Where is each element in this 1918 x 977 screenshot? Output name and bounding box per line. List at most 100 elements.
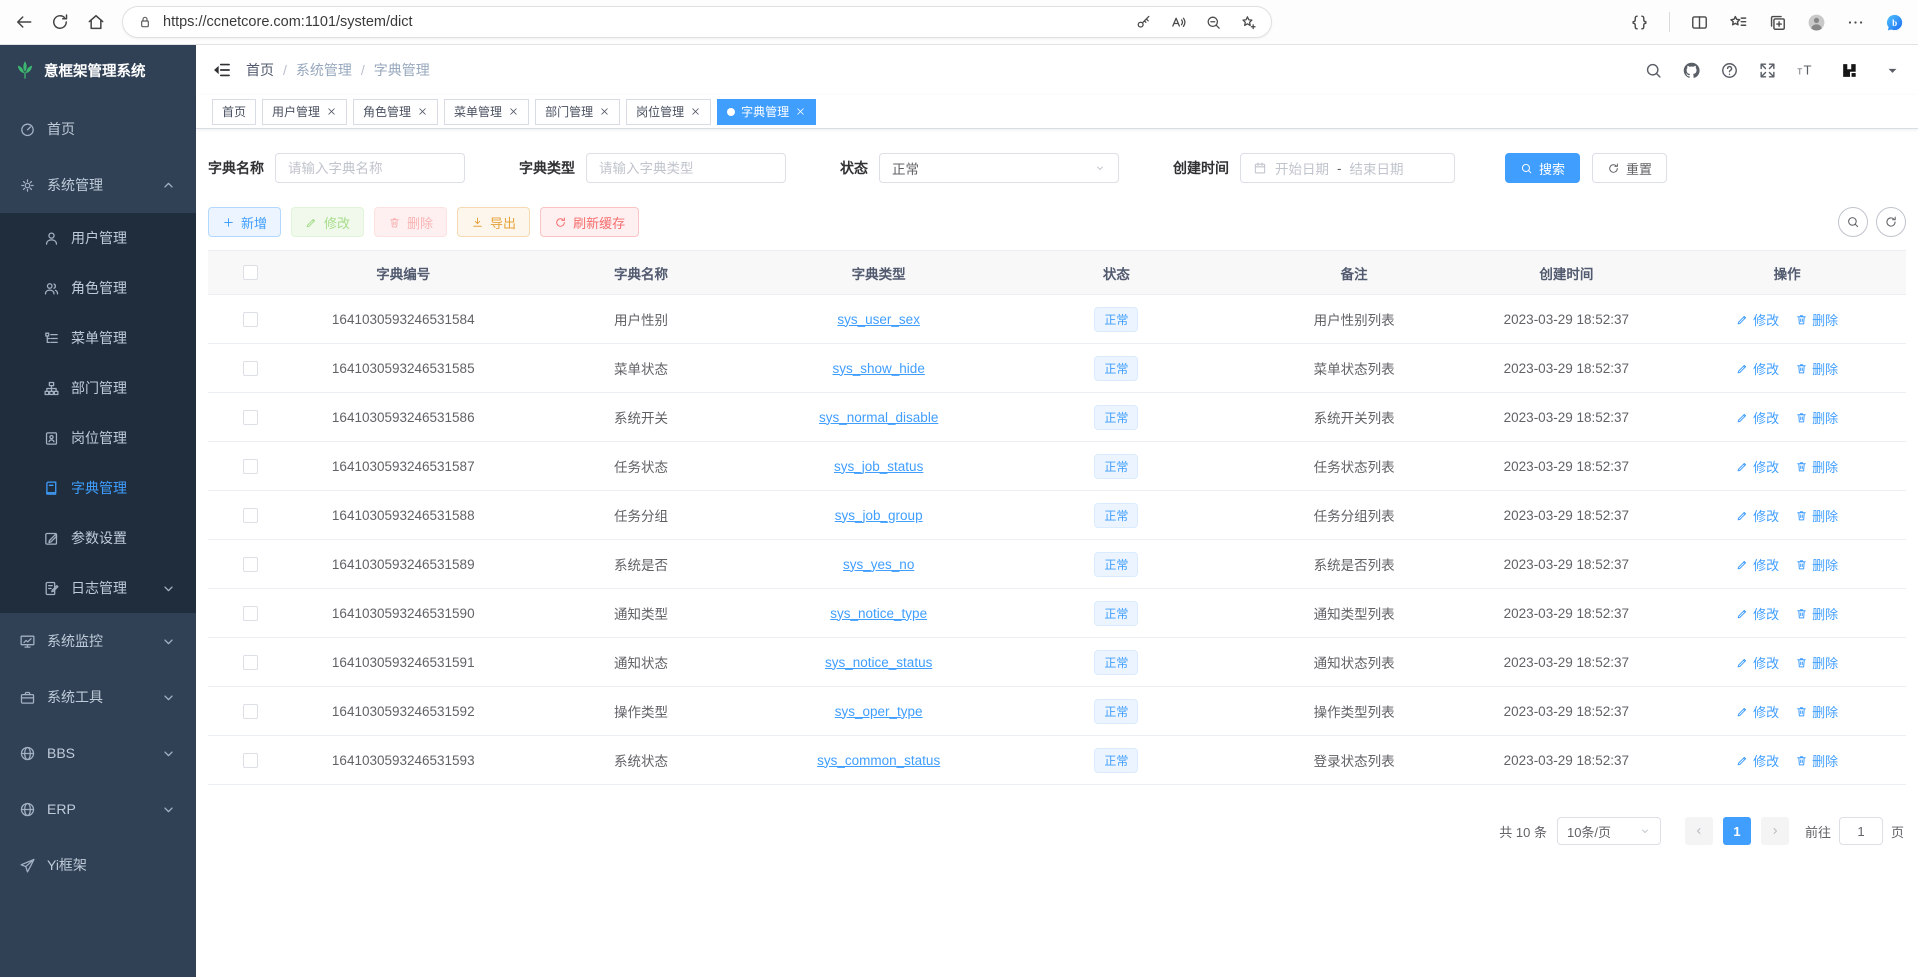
sidebar-item-erp[interactable]: ERP — [0, 781, 196, 837]
header-search-icon[interactable] — [1644, 61, 1663, 80]
browser-more-icon[interactable] — [1846, 13, 1865, 32]
edit-button[interactable]: 修改 — [291, 207, 364, 237]
row-delete-button[interactable]: 删除 — [1795, 359, 1838, 378]
dict-type-link[interactable]: sys_common_status — [817, 753, 940, 768]
app-logo[interactable]: 意框架管理系统 — [0, 45, 196, 95]
tab-post[interactable]: 岗位管理 — [626, 99, 711, 125]
row-checkbox[interactable] — [243, 361, 258, 376]
sidebar-item-dept[interactable]: 部门管理 — [0, 363, 196, 413]
read-aloud-icon[interactable] — [1170, 14, 1187, 31]
row-checkbox[interactable] — [243, 557, 258, 572]
row-edit-button[interactable]: 修改 — [1736, 359, 1779, 378]
tab-close-icon[interactable] — [508, 106, 519, 117]
row-checkbox[interactable] — [243, 606, 258, 621]
export-button[interactable]: 导出 — [457, 207, 530, 237]
sidebar-collapse-icon[interactable] — [212, 60, 232, 80]
row-edit-button[interactable]: 修改 — [1736, 555, 1779, 574]
sidebar-item-role[interactable]: 角色管理 — [0, 263, 196, 313]
row-delete-button[interactable]: 删除 — [1795, 751, 1838, 770]
prev-page-button[interactable] — [1685, 817, 1713, 845]
dict-type-link[interactable]: sys_job_status — [834, 459, 923, 474]
row-edit-button[interactable]: 修改 — [1736, 604, 1779, 623]
row-delete-button[interactable]: 删除 — [1795, 702, 1838, 721]
status-select[interactable]: 正常 — [879, 153, 1119, 183]
row-checkbox[interactable] — [243, 410, 258, 425]
refresh-table-button[interactable] — [1876, 207, 1906, 237]
font-size-icon[interactable]: TT — [1796, 61, 1815, 80]
favorites-icon[interactable] — [1729, 13, 1748, 32]
next-page-button[interactable] — [1761, 817, 1789, 845]
bing-chat-icon[interactable]: b — [1885, 13, 1904, 32]
row-checkbox[interactable] — [243, 312, 258, 327]
tab-role[interactable]: 角色管理 — [353, 99, 438, 125]
browser-home-icon[interactable] — [86, 12, 106, 32]
fullscreen-icon[interactable] — [1758, 61, 1777, 80]
sidebar-item-user[interactable]: 用户管理 — [0, 213, 196, 263]
tab-menu[interactable]: 菜单管理 — [444, 99, 529, 125]
row-edit-button[interactable]: 修改 — [1736, 653, 1779, 672]
user-avatar[interactable] — [1834, 55, 1864, 85]
sidebar-item-log[interactable]: 日志管理 — [0, 563, 196, 613]
row-delete-button[interactable]: 删除 — [1795, 653, 1838, 672]
page-size-select[interactable]: 10条/页 — [1557, 817, 1661, 845]
add-button[interactable]: 新增 — [208, 207, 281, 237]
row-delete-button[interactable]: 删除 — [1795, 506, 1838, 525]
row-edit-button[interactable]: 修改 — [1736, 310, 1779, 329]
delete-button[interactable]: 删除 — [374, 207, 447, 237]
favorite-add-icon[interactable] — [1240, 14, 1257, 31]
row-edit-button[interactable]: 修改 — [1736, 506, 1779, 525]
dict-name-input[interactable] — [288, 161, 452, 176]
dict-type-link[interactable]: sys_notice_type — [830, 606, 927, 621]
collections-icon[interactable] — [1768, 13, 1787, 32]
row-checkbox[interactable] — [243, 753, 258, 768]
toggle-search-button[interactable] — [1838, 207, 1868, 237]
address-bar[interactable]: https://ccnetcore.com:1101/system/dict — [122, 6, 1272, 38]
zoom-out-icon[interactable] — [1205, 14, 1222, 31]
tab-home[interactable]: 首页 — [212, 99, 256, 125]
row-delete-button[interactable]: 删除 — [1795, 408, 1838, 427]
browser-essentials-icon[interactable] — [1630, 13, 1649, 32]
goto-page-input[interactable] — [1839, 817, 1883, 845]
browser-reload-icon[interactable] — [50, 12, 70, 32]
sidebar-item-yi[interactable]: Yi框架 — [0, 837, 196, 893]
sidebar-item-bbs[interactable]: BBS — [0, 725, 196, 781]
search-button[interactable]: 搜索 — [1505, 153, 1580, 183]
refresh-cache-button[interactable]: 刷新缓存 — [540, 207, 639, 237]
dict-type-link[interactable]: sys_job_group — [835, 508, 923, 523]
row-delete-button[interactable]: 删除 — [1795, 604, 1838, 623]
row-delete-button[interactable]: 删除 — [1795, 555, 1838, 574]
dict-type-link[interactable]: sys_user_sex — [837, 312, 920, 327]
password-key-icon[interactable] — [1135, 14, 1152, 31]
sidebar-item-home[interactable]: 首页 — [0, 101, 196, 157]
sidebar-item-monitor[interactable]: 系统监控 — [0, 613, 196, 669]
row-checkbox[interactable] — [243, 459, 258, 474]
help-icon[interactable] — [1720, 61, 1739, 80]
reset-button[interactable]: 重置 — [1592, 153, 1667, 183]
dict-type-link[interactable]: sys_normal_disable — [819, 410, 938, 425]
tab-close-icon[interactable] — [599, 106, 610, 117]
row-checkbox[interactable] — [243, 655, 258, 670]
dict-type-link[interactable]: sys_notice_status — [825, 655, 932, 670]
row-checkbox[interactable] — [243, 704, 258, 719]
select-all-checkbox[interactable] — [243, 265, 258, 280]
sidebar-item-param[interactable]: 参数设置 — [0, 513, 196, 563]
sidebar-item-tool[interactable]: 系统工具 — [0, 669, 196, 725]
dict-type-link[interactable]: sys_oper_type — [835, 704, 923, 719]
row-delete-button[interactable]: 删除 — [1795, 310, 1838, 329]
page-number-1[interactable]: 1 — [1723, 817, 1751, 845]
row-edit-button[interactable]: 修改 — [1736, 408, 1779, 427]
row-edit-button[interactable]: 修改 — [1736, 702, 1779, 721]
tab-close-icon[interactable] — [795, 106, 806, 117]
dict-type-link[interactable]: sys_show_hide — [833, 361, 925, 376]
breadcrumb-home[interactable]: 首页 — [246, 60, 274, 80]
tab-close-icon[interactable] — [326, 106, 337, 117]
tab-user[interactable]: 用户管理 — [262, 99, 347, 125]
tab-close-icon[interactable] — [690, 106, 701, 117]
row-edit-button[interactable]: 修改 — [1736, 457, 1779, 476]
date-range-picker[interactable]: 开始日期 - 结束日期 — [1240, 153, 1455, 183]
dict-type-link[interactable]: sys_yes_no — [843, 557, 914, 572]
sidebar-item-system[interactable]: 系统管理 — [0, 157, 196, 213]
tab-dict[interactable]: 字典管理 — [717, 99, 816, 125]
url-text[interactable]: https://ccnetcore.com:1101/system/dict — [163, 14, 1125, 30]
tab-close-icon[interactable] — [417, 106, 428, 117]
